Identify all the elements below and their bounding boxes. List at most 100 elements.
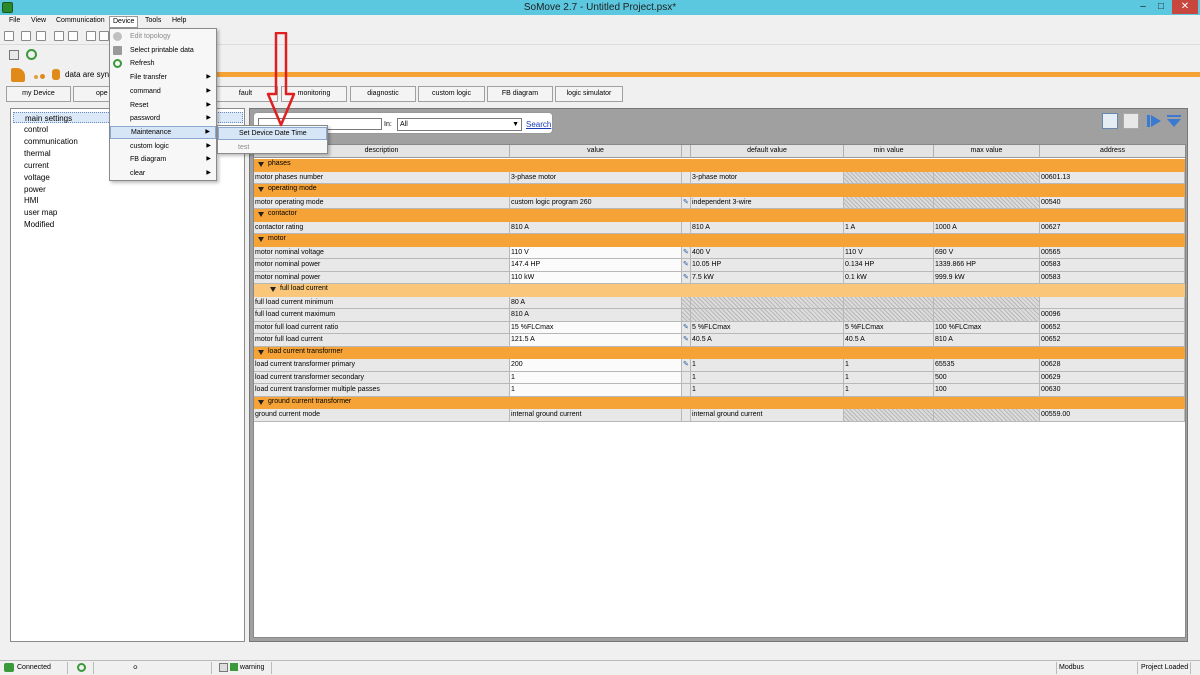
tree-item-user-map[interactable]: user map: [24, 207, 57, 218]
pencil-icon[interactable]: ✎: [683, 361, 689, 369]
edit-cell[interactable]: ✎: [682, 196, 691, 209]
home-icon[interactable]: [4, 31, 14, 41]
collapse-triangle-icon[interactable]: [258, 162, 264, 167]
table-cell[interactable]: 110 V: [510, 246, 682, 259]
tab-logic-simulator[interactable]: logic simulator: [555, 86, 623, 102]
table-cell: 1000 A: [934, 221, 1040, 234]
minimize-button[interactable]: –: [1134, 0, 1152, 14]
new-file-icon[interactable]: [21, 31, 31, 41]
table-cell[interactable]: custom logic program 260: [510, 196, 682, 209]
table-cell[interactable]: 1: [510, 384, 682, 397]
search-filter-select[interactable]: All ▼: [397, 118, 522, 131]
tab-my-device[interactable]: my Device: [6, 86, 71, 102]
tab-diagnostic[interactable]: diagnostic: [350, 86, 416, 102]
save-as-icon[interactable]: [68, 31, 78, 41]
search-in-label: In:: [384, 121, 392, 128]
table-row: motor phases number 3-phase motor 3-phase …: [254, 171, 1185, 184]
table-cell: motor full load current: [254, 334, 510, 347]
play-icon[interactable]: [1146, 113, 1162, 129]
column-header-default-value[interactable]: default value: [691, 145, 844, 158]
filter-icon[interactable]: [1166, 113, 1182, 129]
table-cell[interactable]: 121.5 A: [510, 334, 682, 347]
edit-cell[interactable]: ✎: [682, 359, 691, 372]
tree-item-voltage[interactable]: voltage: [24, 172, 50, 183]
edit-cell[interactable]: ✎: [682, 271, 691, 284]
pencil-icon[interactable]: ✎: [683, 336, 689, 344]
pencil-icon[interactable]: ✎: [683, 274, 689, 282]
table-cell[interactable]: 80 A: [510, 296, 682, 309]
search-link[interactable]: Search: [526, 120, 551, 129]
pencil-icon[interactable]: ✎: [683, 249, 689, 257]
menu-item-fb-diagram[interactable]: FB diagram ▶: [110, 153, 216, 166]
collapse-triangle-icon[interactable]: [258, 349, 264, 355]
tree-item-power[interactable]: power: [24, 184, 46, 195]
table-cell[interactable]: 1: [510, 371, 682, 384]
menu-item-maintenance[interactable]: Maintenance ▶: [110, 125, 216, 139]
tree-item-modified[interactable]: Modified: [24, 219, 54, 230]
edit-cell[interactable]: ✎: [682, 246, 691, 259]
save-icon[interactable]: [54, 31, 64, 41]
close-button[interactable]: ✕: [1172, 0, 1198, 14]
collapse-triangle-icon[interactable]: [258, 187, 264, 192]
table-cell[interactable]: 810 A: [510, 221, 682, 234]
menu-item-set-device-date-time[interactable]: Set Device Date Time: [218, 127, 327, 140]
tree-item-control[interactable]: control: [24, 124, 48, 135]
menu-item-password[interactable]: password ▶: [110, 112, 216, 125]
tree-item-hmi[interactable]: HMI: [24, 195, 39, 206]
menu-item-edit-topology[interactable]: Edit topology: [110, 30, 216, 43]
open-folder-icon[interactable]: [36, 31, 46, 41]
table-cell[interactable]: 200: [510, 359, 682, 372]
menu-item-test[interactable]: test: [218, 141, 327, 154]
table-group-row: contactor: [254, 209, 1185, 222]
column-header-address[interactable]: address: [1040, 145, 1185, 158]
menu-item-clear[interactable]: clear ▶: [110, 167, 216, 180]
table-row: full load current minimum 80 A: [254, 296, 1185, 309]
menu-item-command[interactable]: command ▶: [110, 85, 216, 98]
tree-item-thermal[interactable]: thermal: [24, 148, 51, 159]
tree-item-communication[interactable]: communication: [24, 136, 78, 147]
edit-cell[interactable]: ✎: [682, 321, 691, 334]
menu-item-select-printable-data[interactable]: Select printable data: [110, 44, 216, 57]
menu-communication[interactable]: Communication: [56, 17, 105, 24]
collapse-triangle-icon[interactable]: [258, 212, 264, 217]
edit-cell[interactable]: ✎: [682, 334, 691, 347]
table-cell[interactable]: internal ground current: [510, 409, 682, 422]
table-cell[interactable]: 3-phase motor: [510, 171, 682, 184]
warning-text: warning: [239, 664, 265, 671]
column-header-value[interactable]: value: [510, 145, 682, 158]
menu-item-custom-logic[interactable]: custom logic ▶: [110, 140, 216, 153]
column-header-max-value[interactable]: max value: [934, 145, 1040, 158]
menu-device[interactable]: Device: [109, 16, 139, 28]
menu-tools[interactable]: Tools: [145, 17, 161, 24]
print-preview-icon[interactable]: [86, 31, 96, 41]
edit-cell[interactable]: ✎: [682, 259, 691, 272]
column-header-min-value[interactable]: min value: [844, 145, 934, 158]
table-cell[interactable]: 147.4 HP: [510, 259, 682, 272]
collapse-triangle-icon[interactable]: [258, 237, 264, 242]
table-cell[interactable]: 810 A: [510, 309, 682, 322]
collapse-triangle-icon[interactable]: [270, 287, 276, 292]
refresh-icon[interactable]: [26, 49, 37, 60]
pencil-icon[interactable]: ✎: [683, 199, 689, 207]
tree-item-current[interactable]: current: [24, 160, 49, 171]
print-icon[interactable]: [9, 50, 19, 60]
edit-cell: [682, 309, 691, 322]
collapse-triangle-icon[interactable]: [258, 399, 264, 405]
table-view-icon[interactable]: [1102, 113, 1118, 129]
tab-fb-diagram[interactable]: FB diagram: [487, 86, 553, 102]
table-cell: 999.9 kW: [934, 271, 1040, 284]
menu-item-refresh[interactable]: Refresh: [110, 57, 216, 70]
maximize-button[interactable]: □: [1152, 0, 1170, 14]
grid-view-icon[interactable]: [1123, 113, 1139, 129]
menu-view[interactable]: View: [31, 17, 46, 24]
menu-item-reset[interactable]: Reset ▶: [110, 99, 216, 112]
table-cell[interactable]: 110 kW: [510, 271, 682, 284]
pencil-icon[interactable]: ✎: [683, 261, 689, 269]
table-cell[interactable]: 15 %FLCmax: [510, 321, 682, 334]
menu-file[interactable]: File: [9, 17, 20, 24]
menu-help[interactable]: Help: [172, 17, 186, 24]
tab-custom-logic[interactable]: custom logic: [418, 86, 485, 102]
pencil-icon[interactable]: ✎: [683, 324, 689, 332]
menu-item-file-transfer[interactable]: File transfer ▶: [110, 71, 216, 84]
export-icon[interactable]: [99, 31, 109, 41]
